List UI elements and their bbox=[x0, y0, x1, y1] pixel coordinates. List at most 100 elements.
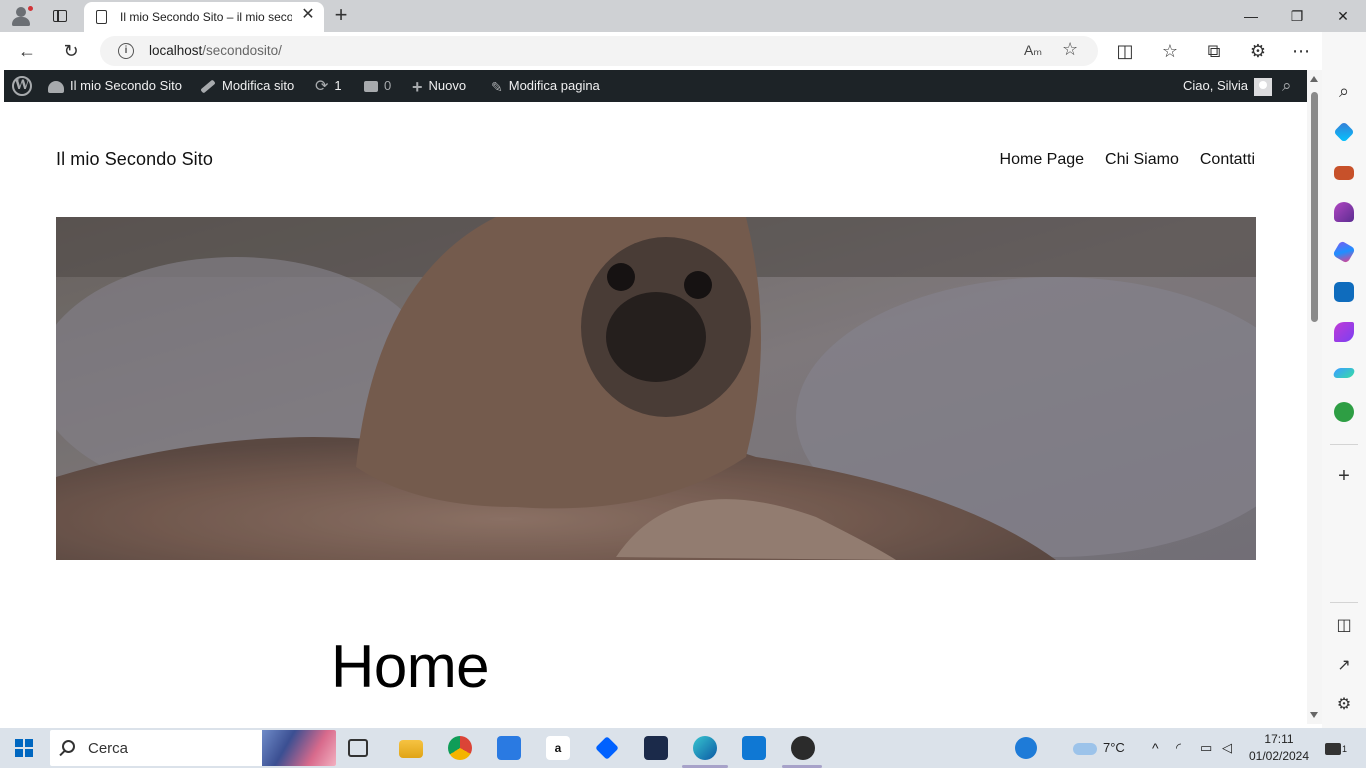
tree-icon[interactable] bbox=[1334, 402, 1354, 422]
minimize-button[interactable]: — bbox=[1228, 0, 1274, 32]
admin-customize-label: Modifica sito bbox=[222, 78, 295, 93]
profile-icon[interactable] bbox=[10, 5, 34, 27]
sidebar-divider-bottom bbox=[1330, 602, 1358, 603]
volume-icon[interactable]: ◁ bbox=[1222, 728, 1232, 768]
read-aloud-icon[interactable]: Aₘ bbox=[1024, 42, 1042, 59]
taskbar-search-label: Cerca bbox=[88, 740, 129, 757]
tab-title: Il mio Secondo Sito – il mio secondo sit… bbox=[120, 10, 292, 24]
scroll-down-arrow[interactable] bbox=[1310, 712, 1318, 718]
network-icon[interactable]: ◜ bbox=[1176, 728, 1181, 768]
notification-count: 1 bbox=[1342, 744, 1348, 754]
powerapps-icon[interactable] bbox=[644, 736, 668, 760]
collections-icon[interactable]: ⧉ bbox=[1203, 40, 1225, 62]
address-bar[interactable]: i localhost/secondosito/ Aₘ ☆ bbox=[100, 36, 1098, 66]
add-sidebar-app-icon[interactable]: + bbox=[1334, 466, 1354, 486]
microsoft365-icon[interactable] bbox=[1332, 240, 1356, 264]
admin-edit-page-label: Modifica pagina bbox=[508, 78, 600, 93]
comment-bubble-icon bbox=[364, 81, 378, 93]
mail-icon[interactable] bbox=[742, 736, 766, 760]
pug-icon bbox=[56, 217, 1256, 560]
designer-icon[interactable] bbox=[1334, 322, 1354, 342]
search-highlight-image bbox=[262, 730, 336, 766]
edge-icon[interactable] bbox=[693, 736, 717, 760]
avatar bbox=[1254, 77, 1273, 96]
updates-icon: ⟳ bbox=[315, 77, 329, 95]
url-text[interactable]: localhost/secondosito/ bbox=[149, 43, 282, 58]
extensions-icon[interactable]: ⚙ bbox=[1247, 40, 1269, 62]
wp-admin-bar: W Il mio Secondo Sito Modifica sito ⟳ 1 0… bbox=[4, 70, 1307, 102]
admin-edit-page[interactable]: ✎ Modifica pagina bbox=[491, 70, 600, 102]
store-icon[interactable] bbox=[497, 736, 521, 760]
admin-account[interactable]: Ciao, Silvia bbox=[1183, 70, 1273, 102]
favorite-star-icon[interactable]: ☆ bbox=[1062, 39, 1078, 60]
send-icon[interactable] bbox=[1332, 368, 1356, 378]
split-screen-icon[interactable]: ◫ bbox=[1114, 40, 1136, 62]
pencil-icon: ✎ bbox=[491, 78, 503, 95]
sidebar-panel-icon[interactable]: ◫ bbox=[1334, 616, 1354, 636]
edge-sidebar: ⌕ + ◫ ↗ ⚙ bbox=[1322, 32, 1366, 728]
admin-updates[interactable]: ⟳ 1 bbox=[315, 70, 342, 102]
page-scrollbar[interactable] bbox=[1307, 70, 1322, 724]
clock-time: 17:11 bbox=[1264, 732, 1294, 746]
weather-widget[interactable]: 7°C bbox=[1073, 728, 1125, 768]
tools-icon[interactable] bbox=[1334, 166, 1354, 180]
help-icon[interactable] bbox=[1015, 737, 1037, 759]
dashboard-icon bbox=[48, 80, 64, 93]
admin-comments[interactable]: 0 bbox=[364, 70, 391, 102]
tray-chevron-icon[interactable]: ^ bbox=[1152, 728, 1159, 768]
refresh-button[interactable]: ↻ bbox=[60, 40, 82, 62]
notification-center-icon[interactable]: 1 bbox=[1325, 728, 1347, 768]
scroll-up-arrow[interactable] bbox=[1310, 76, 1318, 82]
site-info-icon[interactable]: i bbox=[118, 43, 134, 59]
open-external-icon[interactable]: ↗ bbox=[1334, 656, 1354, 676]
file-explorer-icon[interactable] bbox=[399, 740, 423, 758]
shopping-tag-icon[interactable] bbox=[1333, 121, 1355, 143]
admin-new[interactable]: + Nuovo bbox=[412, 70, 466, 102]
chrome-icon[interactable] bbox=[448, 736, 472, 760]
system-clock[interactable]: 17:11 01/02/2024 bbox=[1248, 731, 1310, 765]
task-view-icon[interactable] bbox=[348, 739, 368, 757]
more-menu-icon[interactable]: ⋯ bbox=[1290, 40, 1312, 62]
new-tab-button[interactable]: + bbox=[330, 4, 352, 26]
admin-search-icon[interactable]: ⌕ bbox=[1282, 70, 1292, 102]
admin-comments-count: 0 bbox=[384, 78, 392, 93]
menu-item-home-page[interactable]: Home Page bbox=[1000, 151, 1085, 168]
admin-updates-count: 1 bbox=[334, 78, 342, 93]
browser-tab-strip: Il mio Secondo Sito – il mio secondo sit… bbox=[0, 0, 1366, 32]
outlook-icon[interactable] bbox=[1334, 282, 1354, 302]
back-button[interactable]: ← bbox=[16, 40, 38, 62]
site-title[interactable]: Il mio Secondo Sito bbox=[56, 149, 213, 170]
sidebar-settings-icon[interactable]: ⚙ bbox=[1334, 695, 1354, 715]
taskbar-search-box[interactable]: Cerca bbox=[50, 730, 336, 766]
amazon-icon[interactable]: a bbox=[546, 736, 570, 760]
search-icon[interactable]: ⌕ bbox=[1334, 81, 1354, 101]
browser-tab-active[interactable]: Il mio Secondo Sito – il mio secondo sit… bbox=[84, 2, 324, 32]
games-icon[interactable] bbox=[1334, 202, 1354, 222]
github-icon[interactable] bbox=[791, 736, 815, 760]
cloud-icon bbox=[1073, 742, 1097, 755]
menu-item-chi-siamo[interactable]: Chi Siamo bbox=[1105, 151, 1179, 168]
tab-actions-icon[interactable] bbox=[50, 6, 70, 26]
clock-date: 01/02/2024 bbox=[1248, 749, 1310, 763]
page-heading: Home bbox=[331, 633, 490, 700]
maximize-button[interactable]: ❐ bbox=[1274, 0, 1320, 32]
favorites-icon[interactable]: ☆ bbox=[1159, 40, 1181, 62]
wordpress-logo-icon[interactable]: W bbox=[12, 76, 32, 96]
page-icon bbox=[96, 10, 107, 24]
admin-site-name[interactable]: Il mio Secondo Sito bbox=[48, 70, 182, 102]
menu-item-contatti[interactable]: Contatti bbox=[1200, 151, 1255, 168]
admin-customize[interactable]: Modifica sito bbox=[200, 70, 294, 102]
browser-toolbar: ← ↻ i localhost/secondosito/ Aₘ ☆ ◫ ☆ ⧉ … bbox=[0, 32, 1366, 70]
plus-icon: + bbox=[412, 76, 423, 97]
dropbox-icon[interactable] bbox=[595, 736, 619, 760]
page-content: Il mio Secondo Sito Home Page Chi Siamo Co… bbox=[4, 102, 1307, 724]
windows-start-icon[interactable] bbox=[15, 739, 33, 757]
windows-taskbar: Cerca a 7°C ^ ◜ ▭ ◁ 17:11 01/02/2024 1 bbox=[0, 728, 1366, 768]
close-window-button[interactable]: ✕ bbox=[1320, 0, 1366, 32]
sidebar-divider bbox=[1330, 444, 1358, 445]
tab-close-button[interactable]: ✕ bbox=[300, 7, 316, 23]
scroll-thumb[interactable] bbox=[1311, 92, 1318, 322]
battery-icon[interactable]: ▭ bbox=[1200, 728, 1212, 768]
primary-menu: Home Page Chi Siamo Contatti bbox=[979, 151, 1255, 169]
admin-greeting: Ciao, Silvia bbox=[1183, 78, 1249, 93]
